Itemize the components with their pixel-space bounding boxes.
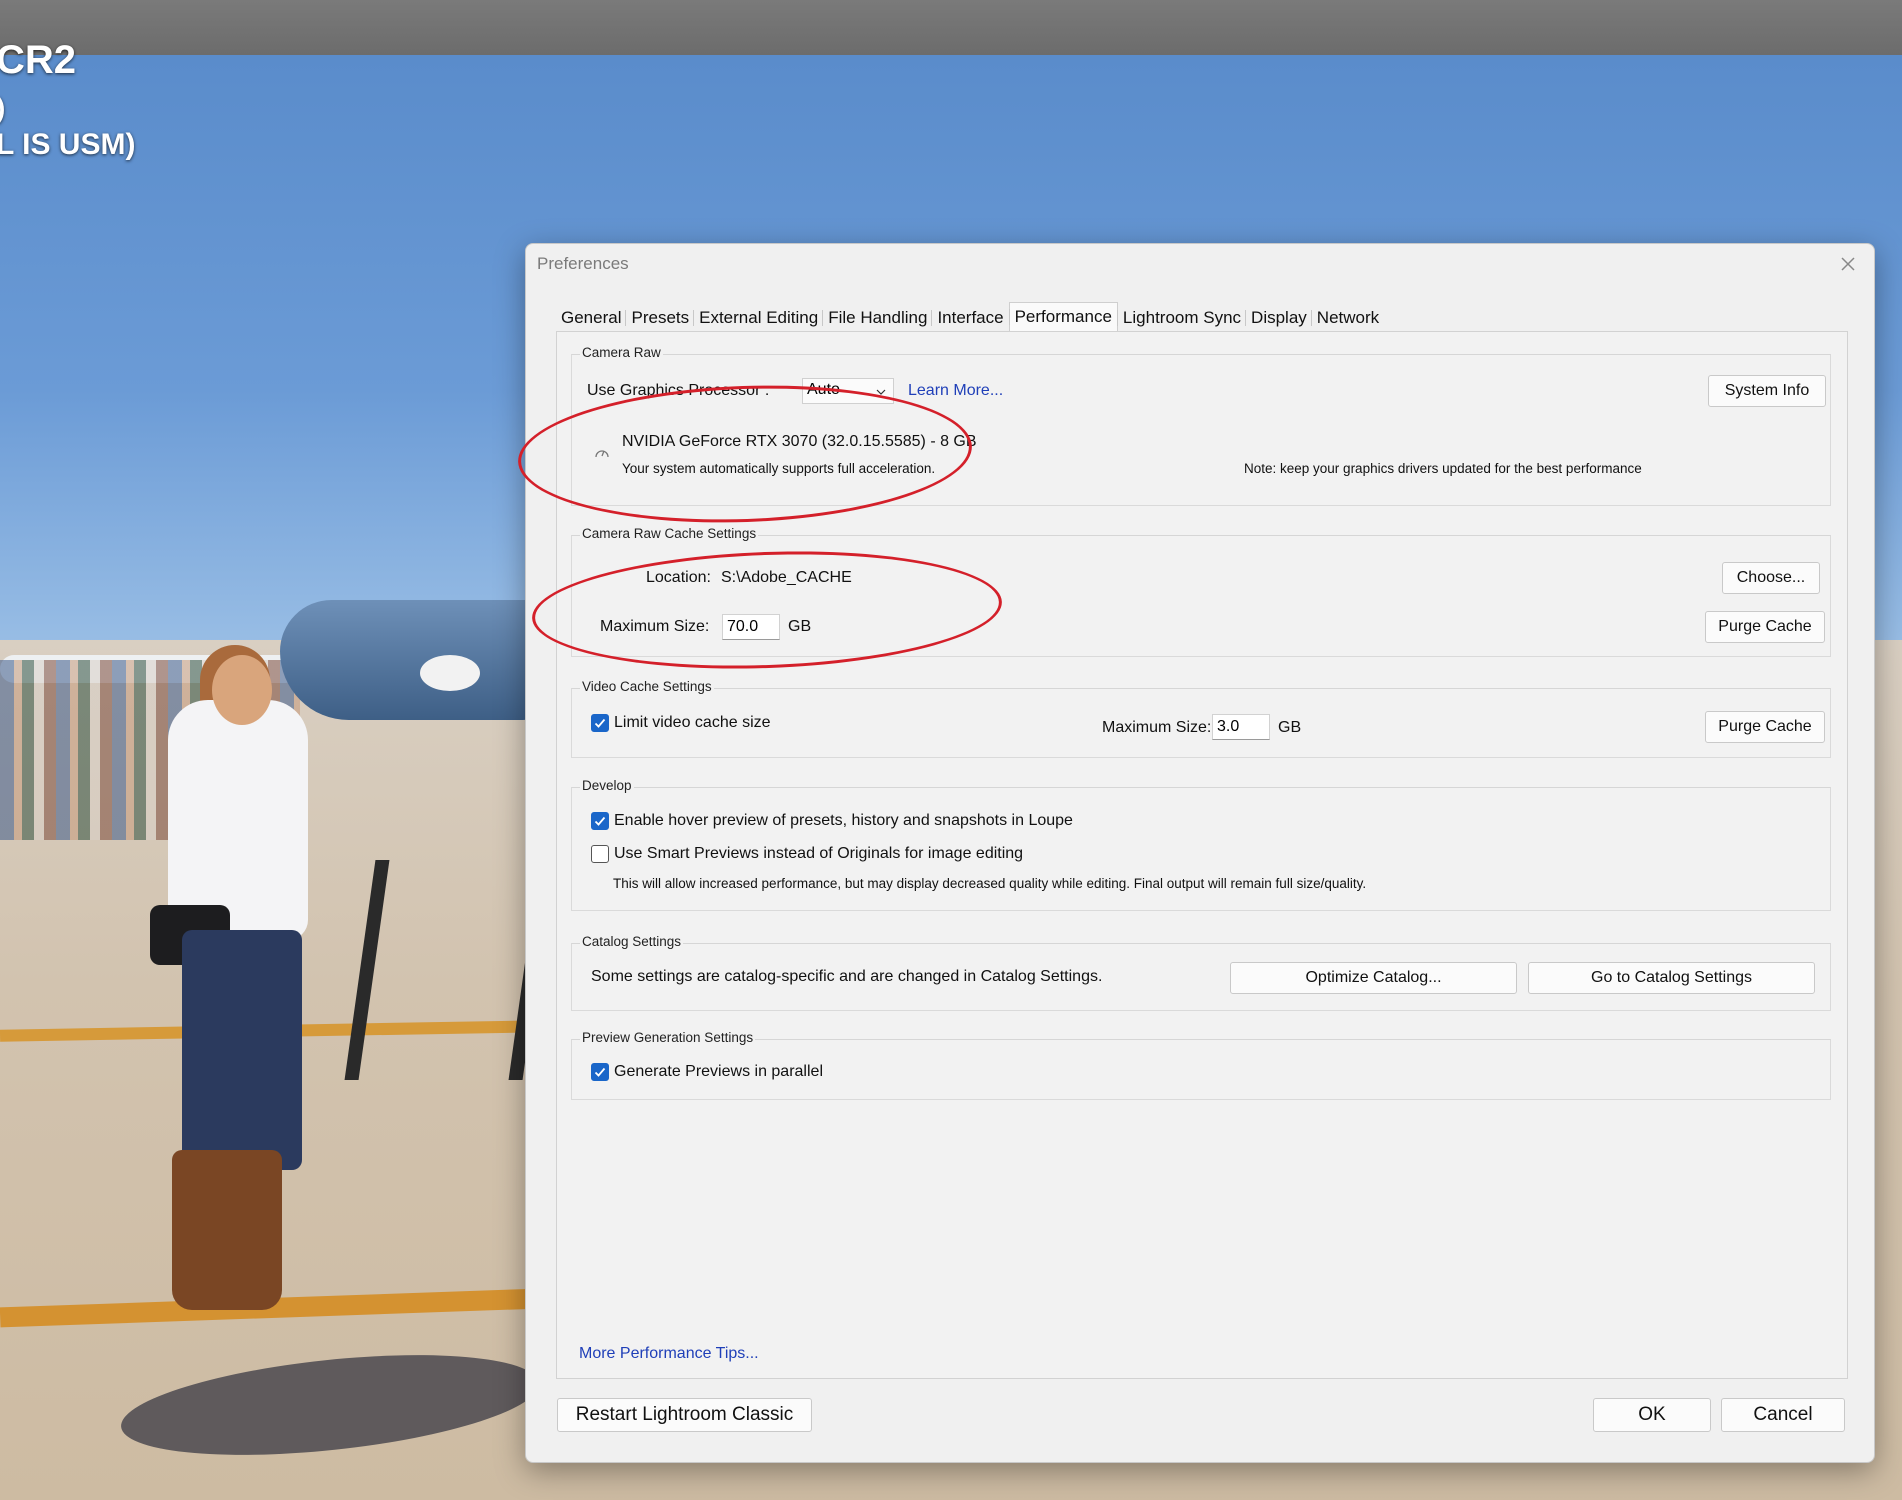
jet-insignia [420,655,480,691]
woman-boots [172,1150,282,1310]
top-bar [0,0,1902,55]
woman-jeans [182,930,302,1170]
restart-lightroom-button[interactable]: Restart Lightroom Classic [557,1398,812,1432]
smart-previews-note: This will allow increased performance, b… [613,876,1367,891]
woman-head [212,655,272,725]
cache-max-size-label: Maximum Size: [600,618,710,635]
purge-video-cache-button[interactable]: Purge Cache [1705,711,1825,743]
ok-button[interactable]: OK [1593,1398,1711,1432]
dialog-title: Preferences [537,254,629,273]
cache-max-size-input[interactable] [722,614,780,640]
gpu-select-value: Auto [807,381,840,398]
group-label: Camera Raw Cache Settings [580,526,759,541]
group-label: Camera Raw [580,345,663,360]
optimize-catalog-button[interactable]: Optimize Catalog... [1230,962,1517,994]
driver-note: Note: keep your graphics drivers updated… [1244,461,1642,476]
check-icon [594,718,606,728]
limit-video-cache-checkbox[interactable] [591,714,609,732]
gauge-icon [594,445,610,464]
cache-location-value: S:\Adobe_CACHE [721,569,852,586]
tab-file-handling[interactable]: File Handling [822,304,932,334]
preferences-dialog: Preferences General Presets External Edi… [515,243,1875,1463]
cache-max-size-unit: GB [788,618,812,635]
woman-shirt [168,700,308,940]
gpu-label: Use Graphics Processor : [587,382,770,399]
cache-location-label: Location: [646,569,711,586]
tab-interface[interactable]: Interface [931,304,1008,334]
gpu-name: NVIDIA GeForce RTX 3070 (32.0.15.5585) -… [622,433,977,450]
hover-preview-label: Enable hover preview of presets, history… [614,812,1073,829]
purge-cache-button[interactable]: Purge Cache [1705,611,1825,643]
tab-bar: General Presets External Editing File Ha… [556,302,1384,335]
photo-info-lens: L IS USM) [0,128,136,161]
preview-generation-group: Preview Generation Settings Generate Pre… [571,1030,1831,1100]
cache-group: Camera Raw Cache Settings Location: S:\A… [571,526,1831,657]
video-max-size-input[interactable] [1212,714,1270,740]
choose-button[interactable]: Choose... [1722,562,1820,594]
group-label: Video Cache Settings [580,679,714,694]
check-icon [594,816,606,826]
chevron-down-icon [875,385,887,403]
hover-preview-checkbox[interactable] [591,812,609,830]
group-label: Develop [580,778,634,793]
tab-presets[interactable]: Presets [625,304,694,334]
video-cache-group: Video Cache Settings Limit video cache s… [571,679,1831,758]
video-max-size-label: Maximum Size: [1102,719,1212,736]
close-icon[interactable] [1836,252,1860,276]
fighter-jet [280,600,540,720]
system-info-button[interactable]: System Info [1708,375,1826,407]
learn-more-link[interactable]: Learn More... [908,382,1003,400]
photo-info-filename: CR2 [0,38,77,82]
gpu-select[interactable]: Auto [802,378,894,404]
parallel-previews-label: Generate Previews in parallel [614,1063,823,1080]
catalog-group: Catalog Settings Some settings are catal… [571,934,1831,1011]
parallel-previews-checkbox[interactable] [591,1063,609,1081]
group-label: Preview Generation Settings [580,1030,756,1045]
tab-lightroom-sync[interactable]: Lightroom Sync [1116,304,1246,334]
go-to-catalog-settings-button[interactable]: Go to Catalog Settings [1528,962,1815,994]
smart-previews-label: Use Smart Previews instead of Originals … [614,845,1024,862]
gpu-status: Your system automatically supports full … [622,461,936,476]
group-label: Catalog Settings [580,934,684,949]
tab-external-editing[interactable]: External Editing [693,304,823,334]
tab-general[interactable]: General [556,304,626,334]
cancel-button[interactable]: Cancel [1721,1398,1845,1432]
check-icon [594,1067,606,1077]
tab-network[interactable]: Network [1310,304,1384,334]
camera-raw-group: Camera Raw Use Graphics Processor : Auto… [571,345,1831,506]
performance-panel: Camera Raw Use Graphics Processor : Auto… [556,331,1848,1379]
smart-previews-checkbox[interactable] [591,845,609,863]
a-frame-sign [344,860,554,1080]
catalog-settings-text: Some settings are catalog-specific and a… [591,968,1103,985]
video-max-size-unit: GB [1278,719,1302,736]
limit-video-cache-label: Limit video cache size [614,714,771,731]
develop-group: Develop Enable hover preview of presets,… [571,778,1831,911]
tab-display[interactable]: Display [1245,304,1312,334]
photo-info-line: ) [0,92,5,124]
more-performance-tips-link[interactable]: More Performance Tips... [579,1345,759,1363]
